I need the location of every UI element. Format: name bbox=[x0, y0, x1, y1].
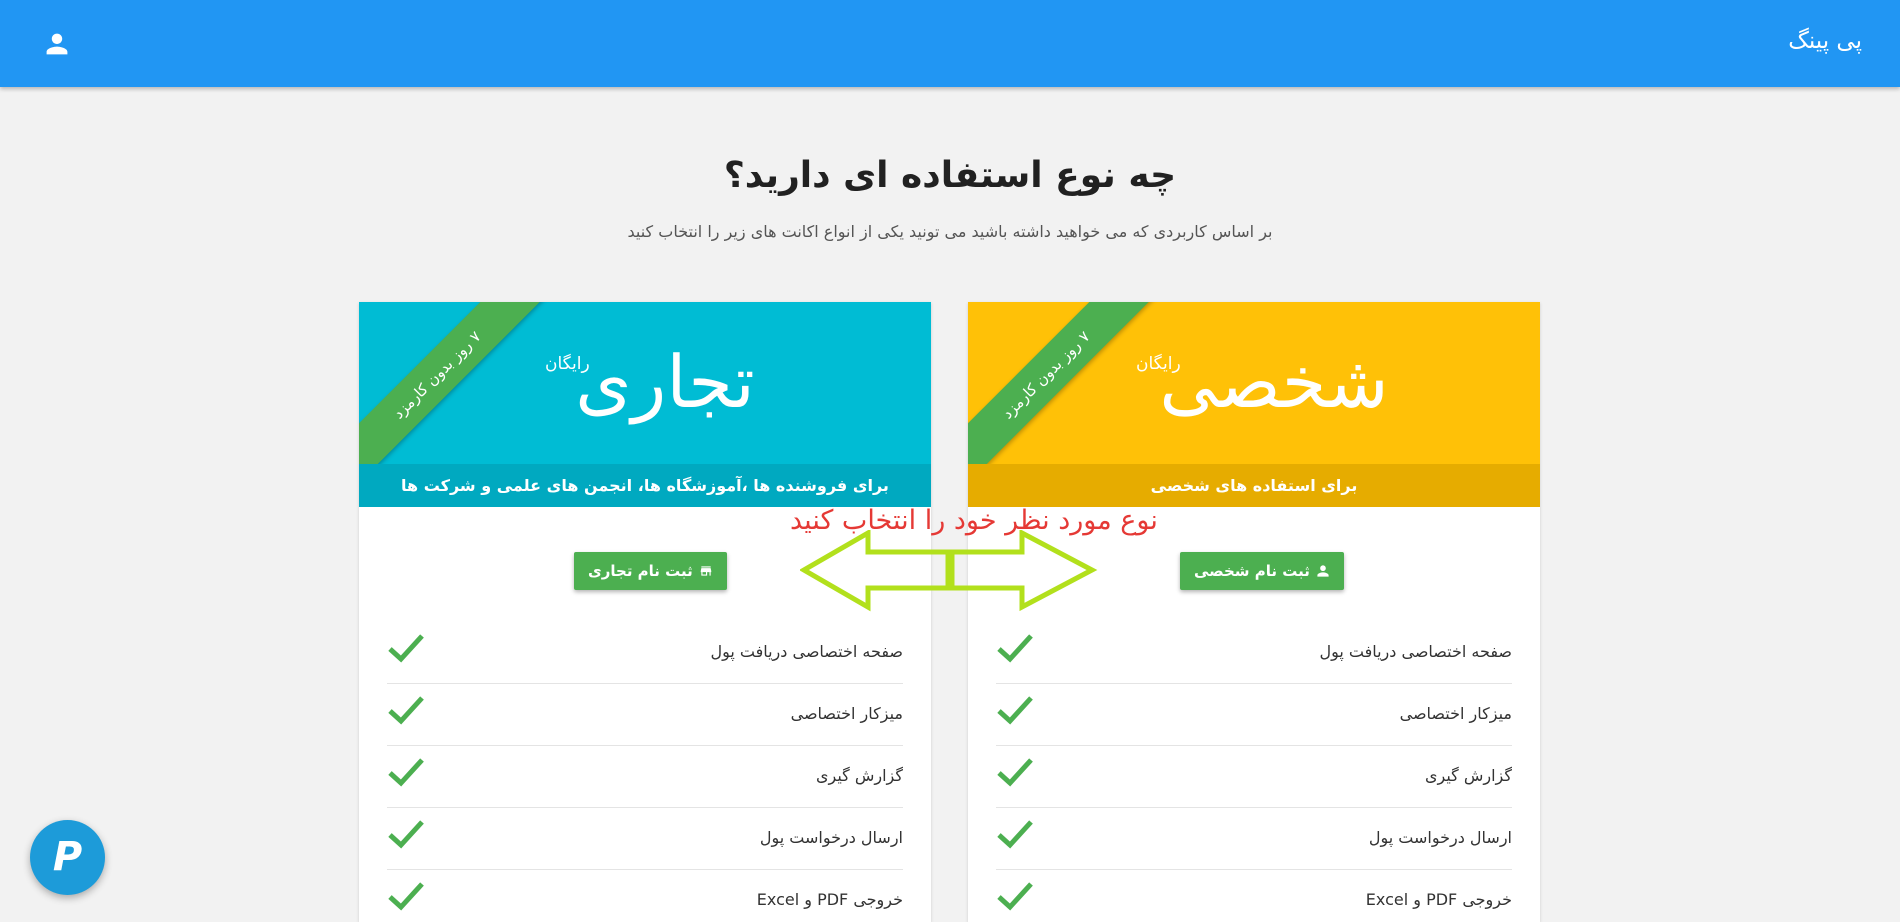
personal-plan-free-tag: رایگان bbox=[1136, 354, 1181, 374]
feature-label: صفحه اختصاصی دریافت پول bbox=[1319, 642, 1512, 661]
feature-label: صفحه اختصاصی دریافت پول bbox=[710, 642, 903, 661]
business-plan-header: ۷ روز بدون کارمزد تجاری رایگان برای فروش… bbox=[359, 302, 931, 507]
list-item: ارسال درخواست پول bbox=[387, 808, 903, 870]
personal-feature-list: صفحه اختصاصی دریافت پول میزکار اختصاصی گ… bbox=[996, 622, 1512, 922]
check-icon bbox=[388, 634, 424, 663]
personal-plan-description: برای استفاده های شخصی bbox=[968, 464, 1540, 507]
check-icon bbox=[388, 882, 424, 911]
page-title: چه نوع استفاده ای دارید؟ bbox=[723, 155, 1177, 196]
check-icon bbox=[997, 634, 1033, 663]
personal-plan-card: ۷ روز بدون کارمزد شخصی رایگان برای استفا… bbox=[968, 302, 1540, 922]
business-plan-free-tag: رایگان bbox=[545, 354, 590, 374]
list-item: صفحه اختصاصی دریافت پول bbox=[996, 622, 1512, 684]
person-icon bbox=[1317, 565, 1329, 577]
check-icon bbox=[388, 758, 424, 787]
payping-logo-button[interactable]: P bbox=[30, 820, 105, 895]
list-item: گزارش گیری bbox=[996, 746, 1512, 808]
check-icon bbox=[997, 696, 1033, 725]
check-icon bbox=[997, 882, 1033, 911]
user-icon[interactable] bbox=[44, 31, 70, 57]
check-icon bbox=[997, 758, 1033, 787]
store-icon bbox=[700, 566, 712, 576]
business-plan-card: ۷ روز بدون کارمزد تجاری رایگان برای فروش… bbox=[359, 302, 931, 922]
feature-label: خروجی PDF و Excel bbox=[756, 890, 903, 909]
brand-title[interactable]: پی پینگ bbox=[1788, 28, 1862, 54]
check-icon bbox=[388, 696, 424, 725]
list-item: ارسال درخواست پول bbox=[996, 808, 1512, 870]
check-icon bbox=[997, 820, 1033, 849]
page-subtitle: بر اساس کاربردی که می خواهید داشته باشید… bbox=[627, 222, 1273, 241]
feature-label: ارسال درخواست پول bbox=[1368, 828, 1512, 847]
business-plan-description: برای فروشنده ها ،آموزشگاه ها، انجمن های … bbox=[359, 464, 931, 507]
personal-plan-title: شخصی bbox=[1159, 340, 1389, 424]
feature-label: گزارش گیری bbox=[1424, 766, 1512, 785]
feature-label: گزارش گیری bbox=[815, 766, 903, 785]
list-item: خروجی PDF و Excel bbox=[387, 870, 903, 922]
business-signup-button[interactable]: ثبت نام تجاری bbox=[574, 552, 727, 590]
double-arrow-icon bbox=[800, 530, 1098, 612]
personal-signup-label: ثبت نام شخصی bbox=[1194, 562, 1310, 580]
feature-label: ارسال درخواست پول bbox=[759, 828, 903, 847]
list-item: خروجی PDF و Excel bbox=[996, 870, 1512, 922]
business-feature-list: صفحه اختصاصی دریافت پول میزکار اختصاصی گ… bbox=[387, 622, 903, 922]
feature-label: میزکار اختصاصی bbox=[1399, 704, 1512, 723]
list-item: میزکار اختصاصی bbox=[996, 684, 1512, 746]
list-item: میزکار اختصاصی bbox=[387, 684, 903, 746]
personal-signup-button[interactable]: ثبت نام شخصی bbox=[1180, 552, 1344, 590]
personal-plan-header: ۷ روز بدون کارمزد شخصی رایگان برای استفا… bbox=[968, 302, 1540, 507]
feature-label: میزکار اختصاصی bbox=[790, 704, 903, 723]
top-app-bar: پی پینگ bbox=[0, 0, 1900, 87]
list-item: گزارش گیری bbox=[387, 746, 903, 808]
list-item: صفحه اختصاصی دریافت پول bbox=[387, 622, 903, 684]
business-signup-label: ثبت نام تجاری bbox=[588, 562, 693, 580]
business-plan-title: تجاری bbox=[575, 340, 755, 424]
feature-label: خروجی PDF و Excel bbox=[1365, 890, 1512, 909]
check-icon bbox=[388, 820, 424, 849]
